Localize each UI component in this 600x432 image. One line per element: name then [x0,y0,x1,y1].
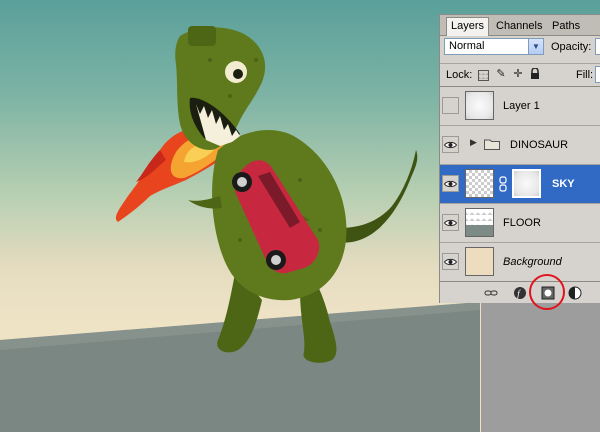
link-layers-icon[interactable] [484,286,498,300]
fill-label: Fill: [576,69,594,81]
lock-label: Lock: [446,69,473,81]
folder-icon [484,139,500,150]
blend-row: Normal ▼ Opacity: [440,36,600,62]
expand-arrow-icon[interactable]: ▶ [470,137,477,148]
layer-thumbnail [465,208,494,237]
lock-pixels-icon[interactable]: ✎ [495,68,507,80]
layer-name: SKY [552,178,575,190]
fill-field[interactable] [595,66,600,83]
eye-icon[interactable] [442,175,459,192]
eye-icon[interactable] [442,136,459,153]
chevron-down-icon[interactable]: ▼ [528,39,543,54]
panel-footer: f [440,281,600,303]
adjustment-layer-icon[interactable] [568,286,582,300]
layer-style-icon[interactable]: f [513,286,527,300]
layer-row-background[interactable]: Background [440,243,600,282]
lock-row: Lock: ✎ ✛ Fill: [440,63,600,86]
layer-mask-thumbnail[interactable] [512,169,541,198]
opacity-field[interactable] [595,38,600,55]
eye-icon[interactable] [442,253,459,270]
layer-name: DINOSAUR [510,139,569,151]
add-layer-mask-icon[interactable] [541,286,555,300]
tab-layers[interactable]: Layers [446,17,490,36]
lock-transparency-icon[interactable] [478,70,489,81]
layers-panel: Layers Channels Paths Normal ▼ Opacity: … [439,14,600,303]
layer-row-layer-1[interactable]: Layer 1 [440,87,600,126]
layer-name: Background [503,256,562,268]
tab-channels[interactable]: Channels [492,18,546,35]
layer-name: Layer 1 [503,100,540,112]
blend-mode-select[interactable]: Normal ▼ [444,38,544,55]
layer-thumbnail [465,169,494,198]
layer-row-floor[interactable]: FLOOR [440,204,600,243]
layer-row-sky[interactable]: SKY [440,165,600,204]
panel-tabs: Layers Channels Paths [440,15,600,36]
lock-position-icon[interactable]: ✛ [512,68,524,80]
opacity-label: Opacity: [551,41,592,53]
lock-all-icon[interactable] [529,67,541,80]
visibility-toggle-empty[interactable] [442,97,459,114]
blend-mode-value: Normal [449,40,485,52]
layer-row-dinosaur-group[interactable]: ▶ DINOSAUR [440,126,600,165]
workspace-background [481,303,600,432]
layer-name: FLOOR [503,217,541,229]
mask-link-icon[interactable] [499,176,507,192]
eye-icon[interactable] [442,214,459,231]
layer-thumbnail [465,247,494,276]
layer-list: Layer 1 ▶ DINOSAUR SKY FLOOR Background [440,86,600,282]
tab-paths[interactable]: Paths [548,18,584,35]
layer-thumbnail [465,91,494,120]
